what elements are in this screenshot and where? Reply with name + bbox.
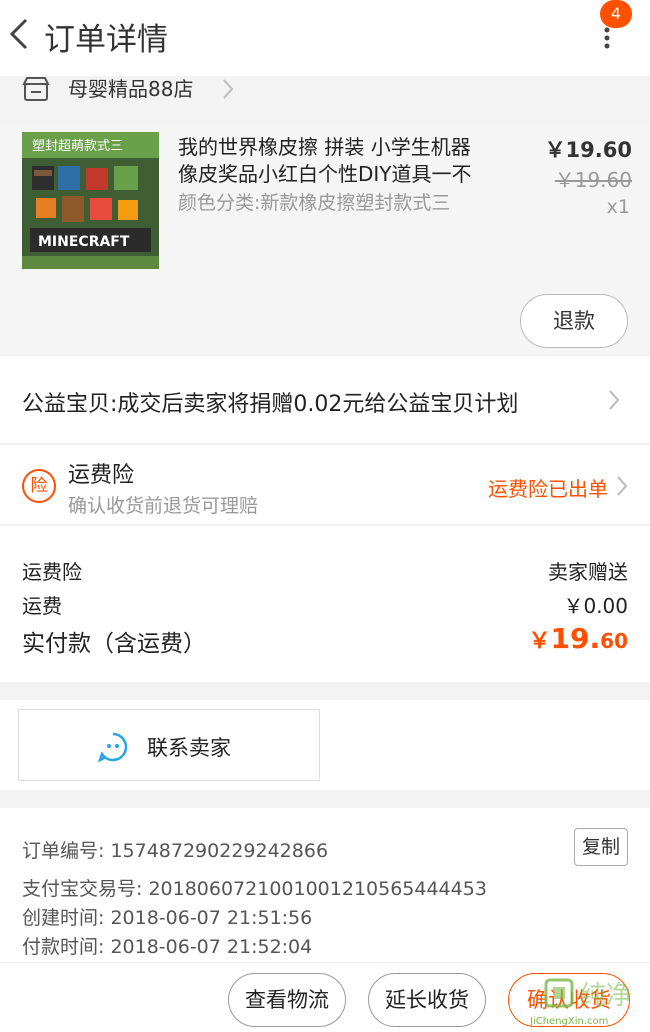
order-number: 订单编号: 157487290229242866 [22,840,329,862]
insurance-icon: 险 [22,469,56,503]
shop-icon [22,77,50,101]
insurance-fee-label: 运费险 [22,560,82,584]
chevron-right-icon [223,79,234,99]
insurance-status: 运费险已出单 [488,477,608,501]
watermark-subtext: JiChengXin.com [530,1016,609,1027]
product-title-line1: 我的世界橡皮擦 拼装 小学生机器 [178,135,471,159]
copy-button[interactable]: 复制 [574,828,628,866]
product-item[interactable]: 塑封超萌款式三 MINECRAFT 我的世界橡皮擦 拼装 小学生机器 像皮奖品小… [0,126,650,354]
product-price: ￥19.60 [544,138,632,162]
charity-text: 公益宝贝:成交后卖家将捐赠0.02元给公益宝贝计划 [22,392,519,417]
contact-seller-button[interactable]: 联系卖家 [18,709,320,781]
product-quantity: x1 [606,196,630,218]
chevron-right-icon [617,476,628,496]
product-original-price: ￥19.60 [554,168,632,192]
shop-name: 母婴精品88店 [68,77,194,101]
product-title-line2: 像皮奖品小红白个性DIY道具一不 [178,162,472,186]
thumb-caption-bottom: MINECRAFT [38,234,130,250]
created-time: 创建时间: 2018-06-07 21:51:56 [22,907,313,929]
refund-button[interactable]: 退款 [520,294,628,348]
insurance-title: 运费险 [68,463,135,488]
app-header: 订单详情 4 [0,0,650,76]
chat-face-icon [97,732,128,763]
product-image: 塑封超萌款式三 MINECRAFT [22,132,159,269]
contact-section: 联系卖家 [0,700,650,790]
paid-amount-label: 实付款（含运费） [22,631,206,657]
charity-row[interactable]: 公益宝贝:成交后卖家将捐赠0.02元给公益宝贝计划 [0,356,650,444]
page-title: 订单详情 [44,22,168,58]
shipping-fee-value: ￥0.00 [563,594,628,618]
shipping-fee-label: 运费 [22,594,62,618]
product-title[interactable]: 我的世界橡皮擦 拼装 小学生机器 像皮奖品小红白个性DIY道具一不 [178,134,498,188]
thumb-caption-top: 塑封超萌款式三 [32,139,123,154]
insurance-subtitle: 确认收货前退货可理赔 [68,495,259,517]
paid-currency: ￥ [528,629,551,654]
paid-time: 付款时间: 2018-06-07 21:52:04 [22,936,313,958]
paid-amount-value: ￥19.60 [529,622,628,655]
extend-receipt-button[interactable]: 延长收货 [368,973,486,1027]
price-summary: 运费险 卖家赠送 运费 ￥0.00 实付款（含运费） ￥19.60 [0,526,650,682]
notification-badge: 4 [600,0,632,28]
alipay-trade-number: 支付宝交易号: 2018060721001001210565444453 [22,878,487,900]
paid-integer: 19. [550,622,601,655]
shipping-insurance-row[interactable]: 险 运费险 确认收货前退货可理赔 运费险已出单 [0,445,650,525]
back-arrow-icon[interactable] [6,14,34,54]
product-variant: 颜色分类:新款橡皮擦塑封款式三 [178,192,451,214]
chevron-right-icon [609,390,620,410]
view-logistics-button[interactable]: 查看物流 [228,973,346,1027]
insurance-fee-value: 卖家赠送 [548,560,628,584]
shop-row[interactable]: 母婴精品88店 [0,76,650,126]
contact-seller-label: 联系卖家 [147,736,231,760]
paid-decimal: 60 [600,629,628,653]
product-thumbnail[interactable]: 塑封超萌款式三 MINECRAFT [22,132,159,269]
